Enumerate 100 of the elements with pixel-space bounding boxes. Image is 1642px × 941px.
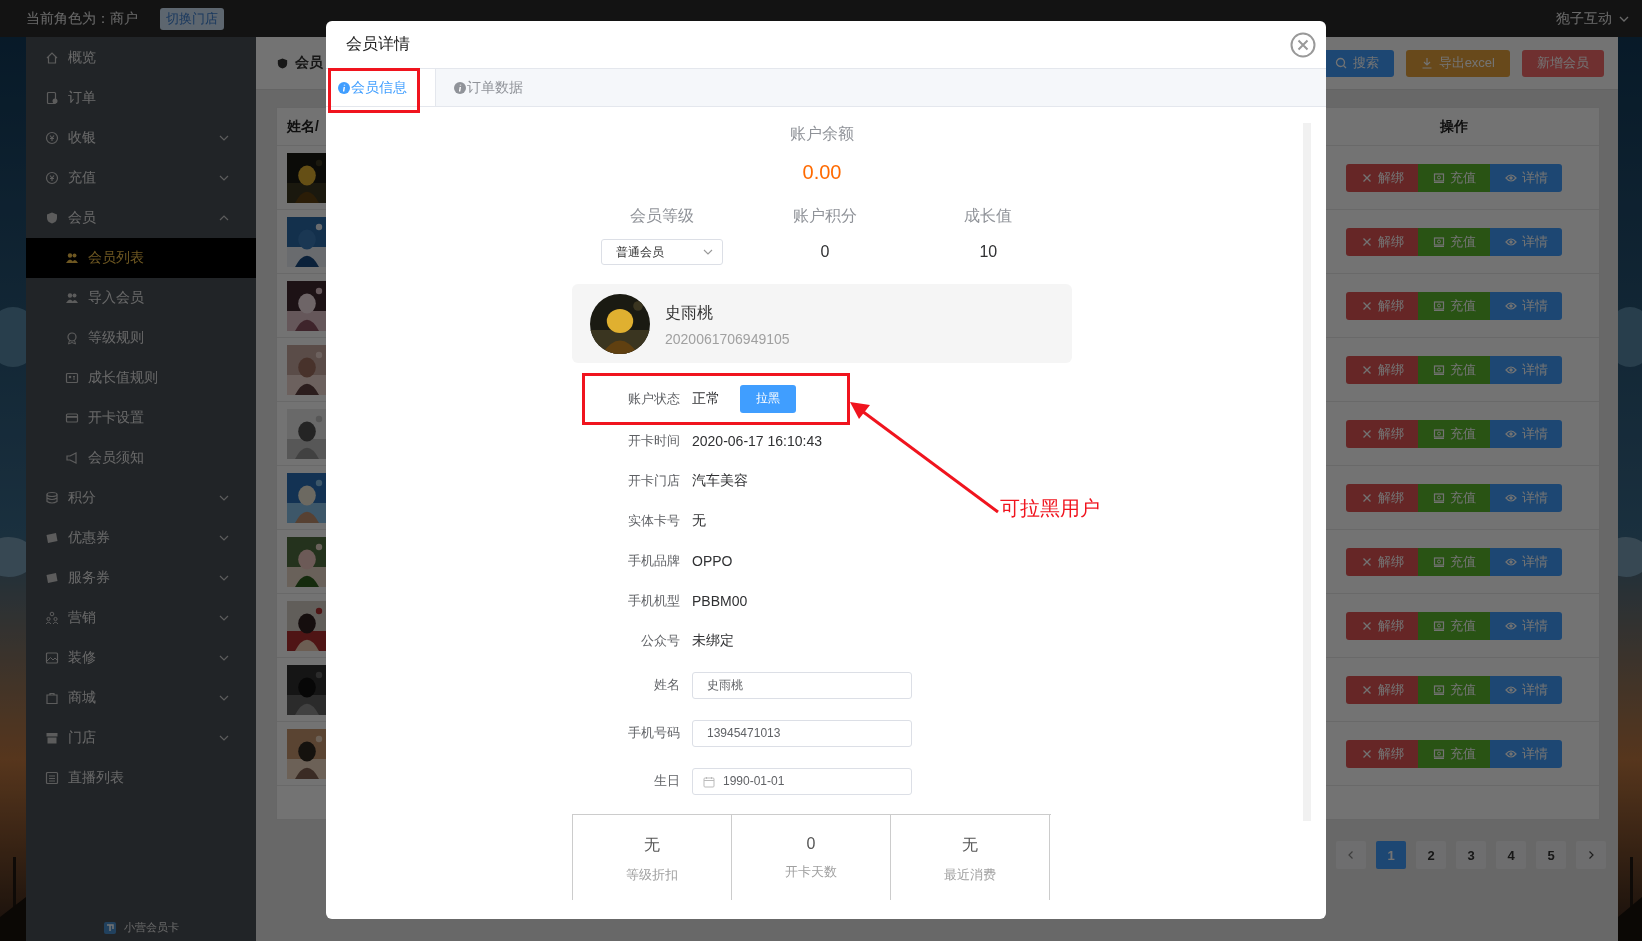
sidebar-item[interactable]: 概览 (26, 38, 256, 78)
close-icon (1360, 299, 1373, 312)
detail-button[interactable]: 详情 (1490, 355, 1562, 384)
detail-button[interactable]: 详情 (1490, 739, 1562, 768)
input-field[interactable]: 13945471013 (692, 719, 912, 747)
page-button[interactable]: 1 (1376, 841, 1406, 869)
sidebar-item[interactable]: 充值 (26, 158, 256, 198)
sidebar-item[interactable]: 收银 (26, 118, 256, 158)
recharge-button[interactable]: 充值 (1418, 227, 1490, 256)
people-icon (45, 611, 59, 625)
summary-label: 等级折扣 (626, 866, 678, 884)
money-icon (1432, 619, 1445, 632)
detail-button[interactable]: 详情 (1490, 163, 1562, 192)
sidebar-item[interactable]: 订单 (26, 78, 256, 118)
unbind-button[interactable]: 解绑 (1346, 547, 1418, 576)
tab[interactable]: 会员信息 (326, 69, 436, 106)
money-icon (1432, 491, 1445, 504)
recharge-button[interactable]: 充值 (1418, 675, 1490, 704)
sidebar-item[interactable]: 会员 (26, 198, 256, 238)
sidebar-item[interactable]: 服务券 (26, 558, 256, 598)
sidebar-item[interactable]: 门店 (26, 718, 256, 758)
coin-icon (45, 171, 59, 185)
detail-button[interactable]: 详情 (1490, 227, 1562, 256)
recharge-button[interactable]: 充值 (1418, 739, 1490, 768)
page-button[interactable]: 4 (1496, 841, 1526, 869)
level-select[interactable]: 普通会员 (600, 239, 723, 265)
account-menu[interactable]: 狍子互动 (1556, 9, 1630, 28)
unbind-button[interactable]: 解绑 (1346, 163, 1418, 192)
eye-icon (1504, 171, 1517, 184)
detail-button[interactable]: 详情 (1490, 611, 1562, 640)
next-page-button[interactable] (1576, 841, 1606, 869)
field-label: 手机机型 (627, 592, 681, 610)
recharge-button[interactable]: 充值 (1418, 611, 1490, 640)
eye-icon (1504, 491, 1517, 504)
close-icon (1360, 683, 1373, 696)
info-icon (454, 81, 466, 94)
detail-button[interactable]: 详情 (1490, 547, 1562, 576)
summary-value: 无 (644, 835, 660, 855)
sidebar-item[interactable]: 商城 (26, 678, 256, 718)
page-button[interactable]: 5 (1536, 841, 1566, 869)
summary-label: 最近消费 (944, 866, 996, 884)
shield-icon (276, 56, 289, 70)
megaphone-icon (65, 451, 79, 465)
unbind-button[interactable]: 解绑 (1346, 675, 1418, 704)
recharge-button[interactable]: 充值 (1418, 419, 1490, 448)
sidebar-subitem[interactable]: 导入会员 (26, 278, 256, 318)
sidebar-subitem[interactable]: 会员须知 (26, 438, 256, 478)
unbind-button[interactable]: 解绑 (1346, 483, 1418, 512)
page-button[interactable]: 2 (1416, 841, 1446, 869)
logo-icon (103, 921, 116, 934)
unbind-button[interactable]: 解绑 (1346, 355, 1418, 384)
search-icon (1334, 57, 1347, 69)
close-icon (1360, 427, 1373, 440)
date-field[interactable]: 1990-01-01 (692, 767, 912, 795)
eye-icon (1504, 363, 1517, 376)
detail-button[interactable]: 详情 (1490, 675, 1562, 704)
column-header: 姓名/ (287, 117, 319, 136)
close-icon (1360, 747, 1373, 760)
stat-value: 10 (979, 242, 998, 262)
field-label: 开卡门店 (627, 472, 681, 490)
close-icon (1360, 235, 1373, 248)
money-icon (1432, 171, 1445, 184)
balance-value: 0.00 (801, 160, 843, 185)
sidebar-item[interactable]: 直播列表 (26, 758, 256, 798)
recharge-button[interactable]: 充值 (1418, 547, 1490, 576)
previous-page-button[interactable] (1336, 841, 1366, 869)
eye-icon (1504, 619, 1517, 632)
close-icon (1290, 31, 1316, 58)
chevron-right-icon (1586, 850, 1596, 860)
page-button[interactable]: 3 (1456, 841, 1486, 869)
unbind-button[interactable]: 解绑 (1346, 739, 1418, 768)
sidebar-item[interactable]: 营销 (26, 598, 256, 638)
id-card-icon (65, 371, 79, 385)
export-button[interactable]: 导出excel (1405, 49, 1510, 77)
unbind-button[interactable]: 解绑 (1346, 227, 1418, 256)
detail-button[interactable]: 详情 (1490, 419, 1562, 448)
detail-button[interactable]: 详情 (1490, 483, 1562, 512)
field-label: 实体卡号 (627, 512, 681, 530)
sidebar-item[interactable]: 优惠券 (26, 518, 256, 558)
card-icon (65, 411, 79, 425)
sidebar-subitem[interactable]: 等级规则 (26, 318, 256, 358)
sidebar-subitem[interactable]: 会员列表 (26, 238, 256, 278)
detail-button[interactable]: 详情 (1490, 291, 1562, 320)
ticket-icon (45, 531, 59, 545)
role-label: 当前角色为：商户 (26, 9, 138, 28)
sidebar-subitem[interactable]: 成长值规则 (26, 358, 256, 398)
close-button[interactable] (1290, 31, 1316, 58)
recharge-button[interactable]: 充值 (1418, 163, 1490, 192)
recharge-button[interactable]: 充值 (1418, 355, 1490, 384)
balance-label: 账户余额 (789, 124, 855, 144)
unbind-button[interactable]: 解绑 (1346, 419, 1418, 448)
blacklist-button[interactable]: 拉黑 (740, 384, 796, 413)
recharge-button[interactable]: 充值 (1418, 483, 1490, 512)
sidebar-item[interactable]: 装修 (26, 638, 256, 678)
member-number: 2020061706949105 (665, 330, 790, 347)
input-field[interactable]: 史雨桃 (692, 671, 912, 699)
unbind-button[interactable]: 解绑 (1346, 611, 1418, 640)
sidebar-item[interactable]: 积分 (26, 478, 256, 518)
unbind-button[interactable]: 解绑 (1346, 291, 1418, 320)
recharge-button[interactable]: 充值 (1418, 291, 1490, 320)
